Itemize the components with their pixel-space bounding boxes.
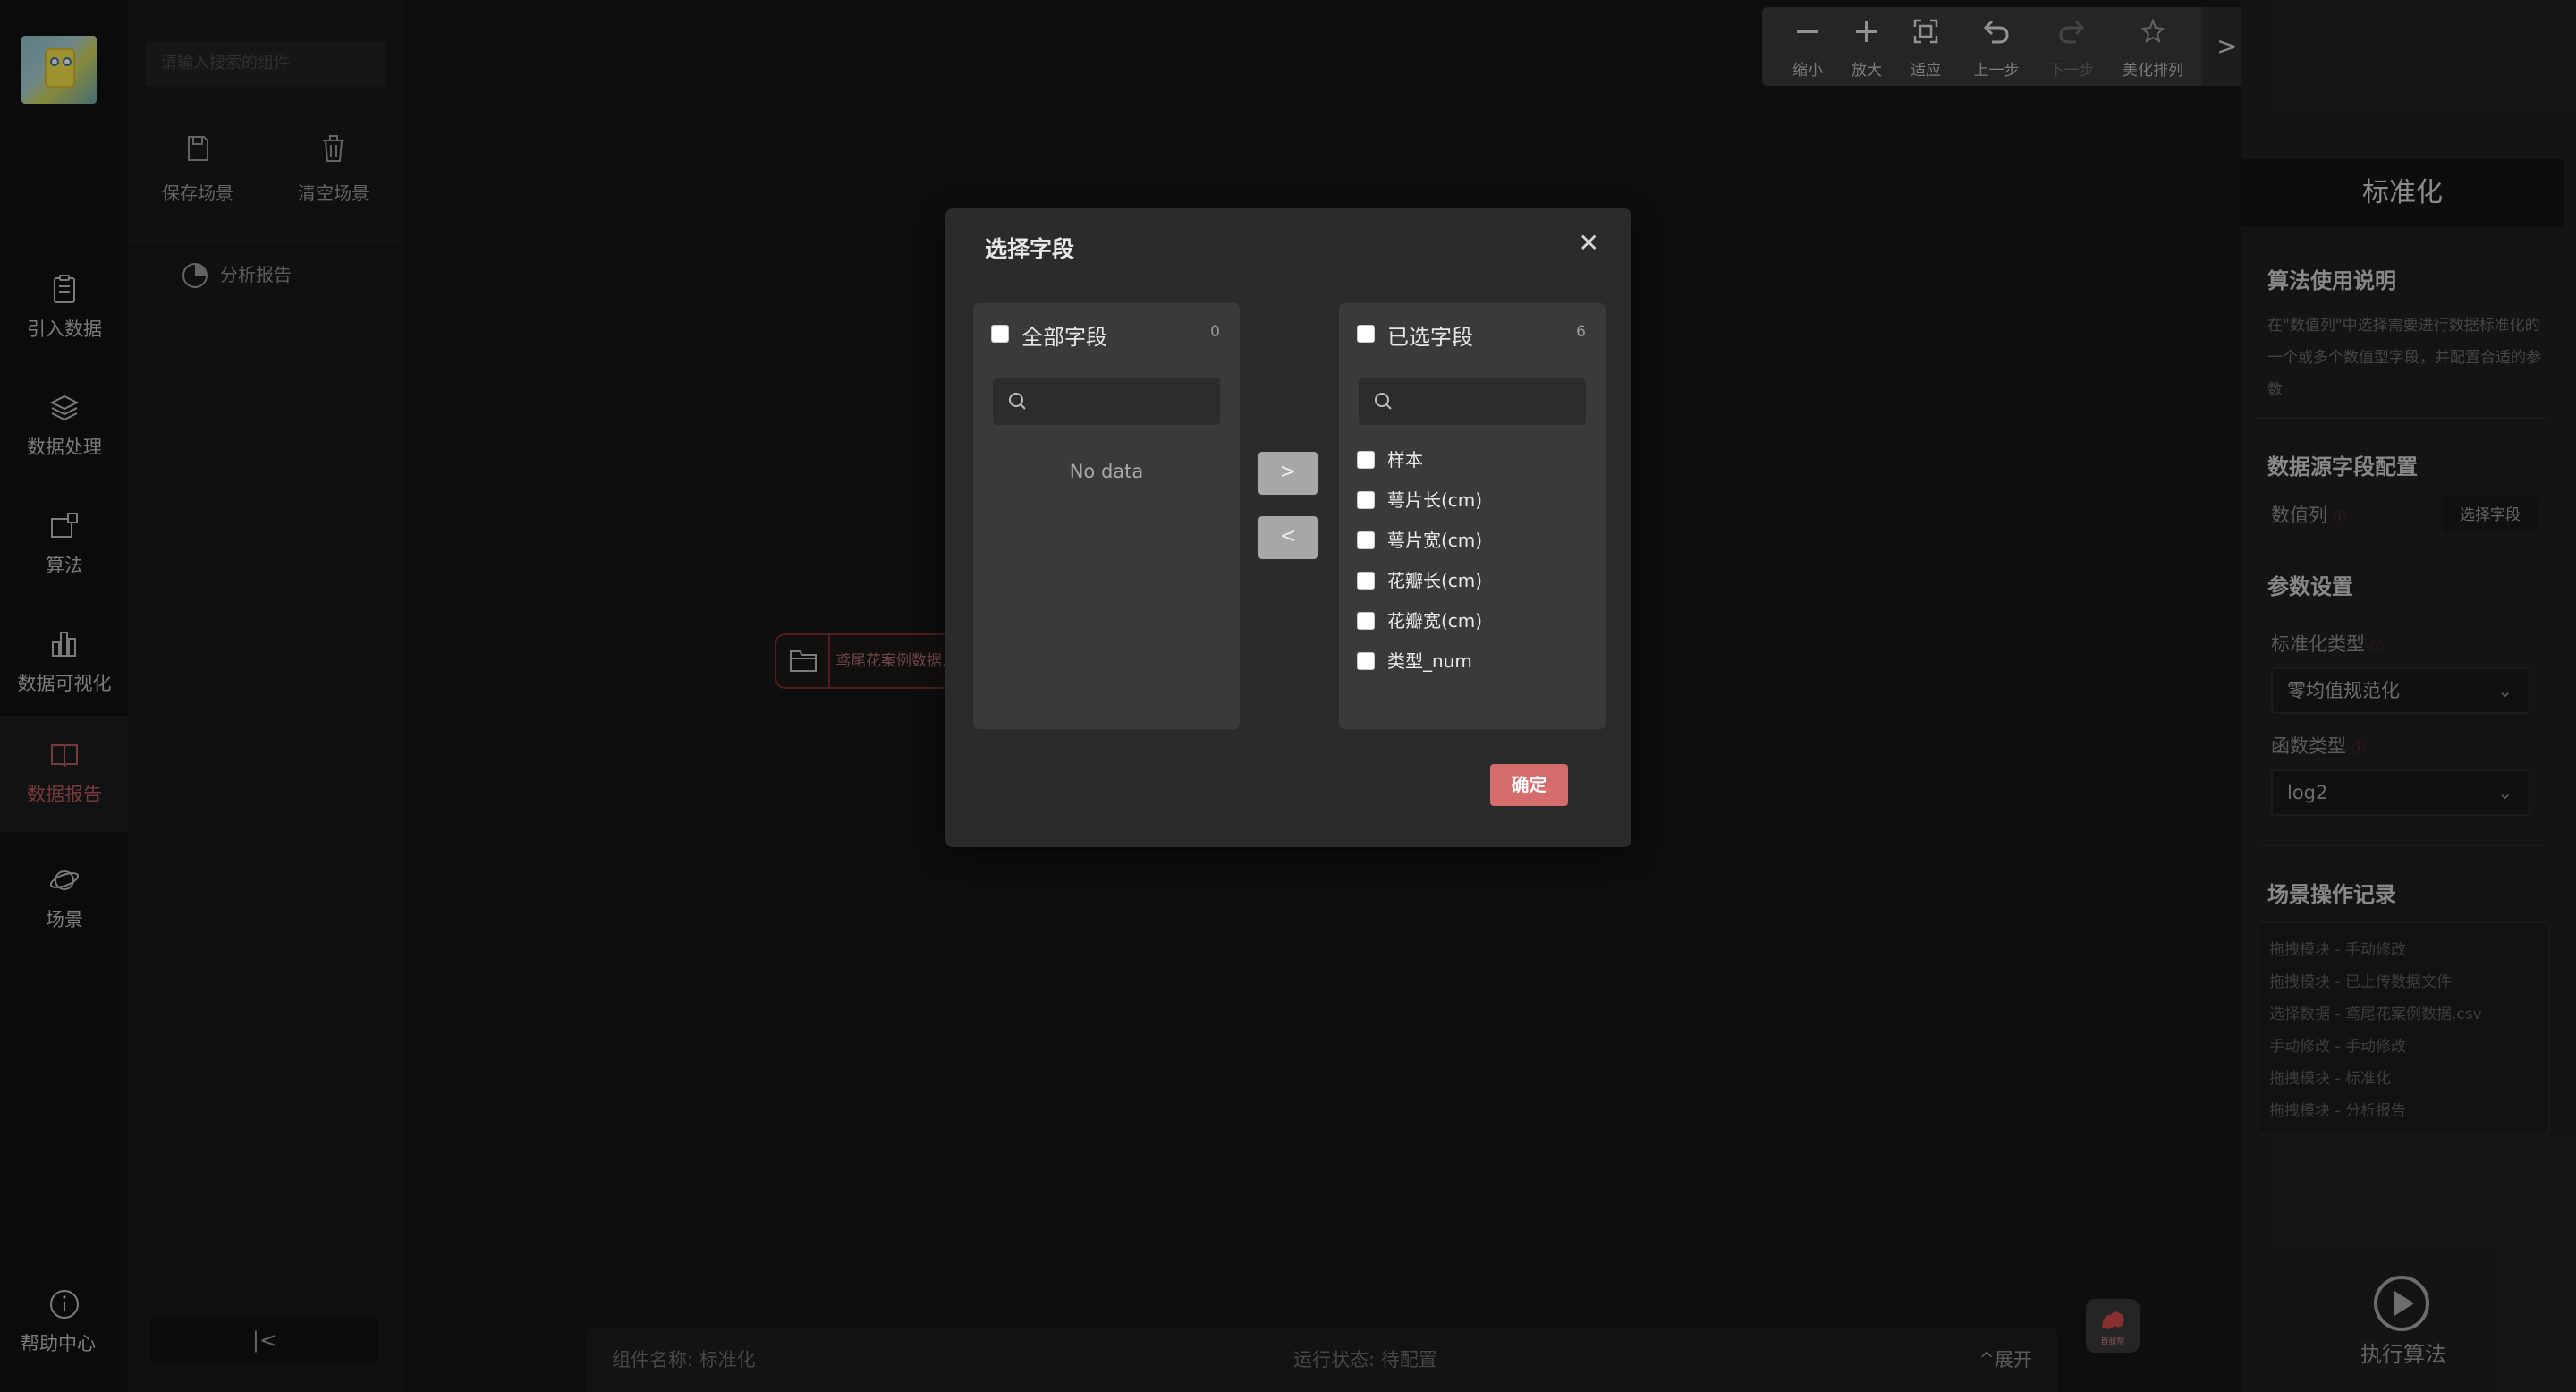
select-all-checkbox[interactable]: [991, 325, 1009, 343]
select-all-selected-checkbox[interactable]: [1357, 325, 1375, 343]
field-label: 类型_num: [1387, 650, 1472, 672]
all-fields-title: 全部字段: [1021, 325, 1107, 350]
selected-fields-count: 6: [1576, 323, 1586, 341]
field-checkbox[interactable]: [1357, 491, 1375, 509]
field-label: 萼片宽(cm): [1387, 530, 1483, 551]
move-right-button[interactable]: >: [1258, 452, 1318, 495]
dialog-title: 选择字段: [985, 236, 1075, 262]
confirm-button[interactable]: 确定: [1490, 764, 1568, 806]
move-left-button[interactable]: <: [1258, 516, 1318, 559]
field-label: 花瓣宽(cm): [1387, 610, 1483, 632]
select-field-dialog: 选择字段 ✕ 全部字段 0 No data > < 已选字段 6 样本 萼片长(…: [945, 208, 1631, 847]
field-checkbox[interactable]: [1357, 531, 1375, 549]
all-fields-count: 0: [1210, 323, 1220, 341]
selected-fields-search-input[interactable]: [1359, 378, 1586, 425]
field-label: 花瓣长(cm): [1387, 570, 1483, 591]
field-checkbox[interactable]: [1357, 652, 1375, 670]
field-checkbox[interactable]: [1357, 612, 1375, 630]
field-checkbox[interactable]: [1357, 572, 1375, 590]
field-checkbox[interactable]: [1357, 451, 1375, 469]
all-fields-list: 全部字段 0 No data: [973, 303, 1240, 729]
close-icon[interactable]: ✕: [1579, 228, 1599, 258]
field-label: 样本: [1387, 449, 1423, 471]
field-label: 萼片长(cm): [1387, 489, 1483, 511]
empty-state-text: No data: [1069, 461, 1144, 482]
search-icon: [1009, 393, 1026, 410]
search-icon: [1375, 393, 1392, 410]
selected-fields-title: 已选字段: [1387, 325, 1473, 350]
all-fields-search-input[interactable]: [993, 378, 1220, 425]
selected-fields-list: 已选字段 6 样本 萼片长(cm) 萼片宽(cm) 花瓣长(cm) 花瓣宽(cm…: [1339, 303, 1606, 729]
